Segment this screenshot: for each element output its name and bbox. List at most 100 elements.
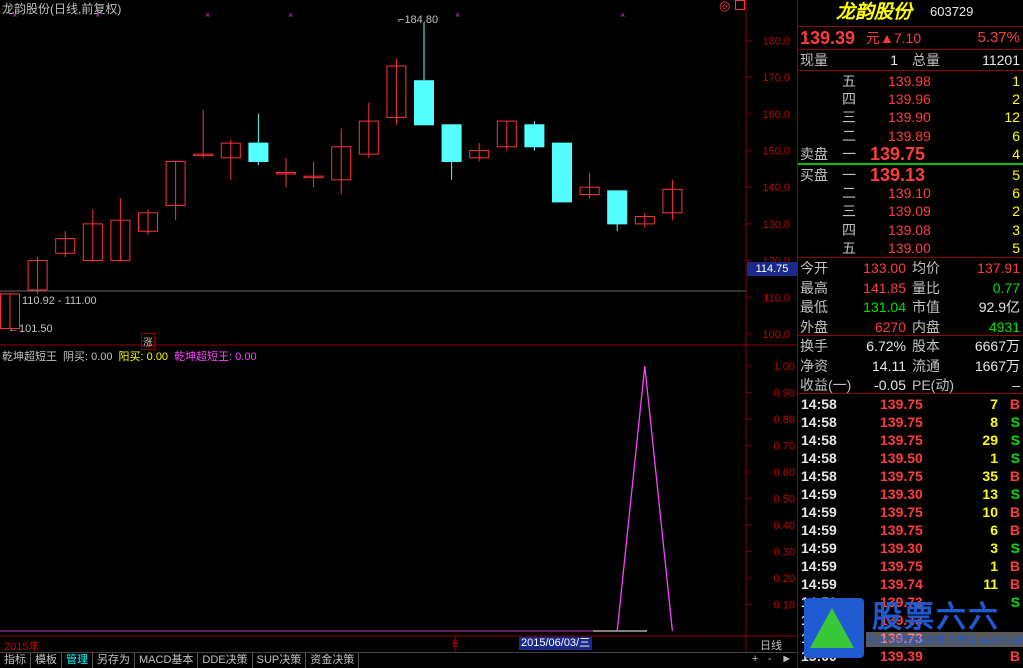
ask-price: 139.98 <box>888 73 931 89</box>
tick-time: 14:59 <box>801 540 837 556</box>
tick-row: 14:58 139.75 7 B <box>798 395 1023 413</box>
watermark-title: 股票六六 <box>872 601 1000 634</box>
tick-row: 14:59 139.75 6 B <box>798 521 1023 539</box>
tick-row: 14:58 139.50 1 S <box>798 449 1023 467</box>
tab-6[interactable]: SUP决策 <box>253 653 307 668</box>
tab-2[interactable]: 管理 <box>62 653 93 668</box>
tick-price: 139.74 <box>880 576 923 592</box>
tick-side: S <box>1010 432 1020 448</box>
legend-item: 阴买: 0.00 <box>63 351 113 363</box>
chart-title: 龙韵股份(日线,前复权) <box>2 2 122 16</box>
bid-volume: 2 <box>1012 203 1020 220</box>
kline-chart[interactable]: 180.0170.0160.0150.0140.0130.0120.0110.0… <box>0 0 797 652</box>
bid-price: 139.09 <box>888 203 931 220</box>
tab-5[interactable]: DDE决策 <box>198 653 253 668</box>
tick-time: 14:59 <box>801 576 837 592</box>
bid-row: 四 139.08 3 <box>798 221 1023 239</box>
ask-level: 五 <box>842 73 856 89</box>
zoom-out-button[interactable]: - <box>768 653 772 668</box>
top-marker: × <box>455 10 460 20</box>
tick-side: B <box>1009 576 1020 592</box>
change-percent: 5.37% <box>977 29 1020 46</box>
tick-time: 14:58 <box>801 432 837 448</box>
bid-row: 三 139.09 2 <box>798 202 1023 220</box>
stat-value: 6270 <box>874 318 906 335</box>
fund-label: PE(动) <box>912 377 954 393</box>
tick-side: S <box>1010 486 1020 502</box>
tick-volume: 3 <box>990 540 998 556</box>
bid-level: 四 <box>842 221 856 238</box>
tab-3[interactable]: 另存为 <box>93 653 135 668</box>
tick-volume: 1 <box>990 450 998 466</box>
bid-level: 一 <box>842 167 856 183</box>
scroll-right-button[interactable]: ► <box>781 653 792 668</box>
tick-side: S <box>1010 594 1020 610</box>
tick-time: 14:59 <box>801 522 837 538</box>
tick-volume: 29 <box>982 432 998 448</box>
tick-side: B <box>1009 468 1020 484</box>
top-marker: × <box>620 10 625 20</box>
price-tick-label: 140.0 <box>762 182 790 194</box>
indicator-tick-label: 0.80 <box>774 414 795 426</box>
tick-row: 14:58 139.75 29 S <box>798 431 1023 449</box>
fund-value: 6.72% <box>866 338 906 354</box>
stat-label: 今开 <box>800 260 828 276</box>
price-tick-label: 150.0 <box>762 145 790 157</box>
watermark-logo <box>804 598 864 658</box>
quote-panel: 龙韵股份 603729 139.39 元▲7.10 5.37% 现量 1 总量 … <box>797 0 1023 668</box>
tick-side: B <box>1009 504 1020 520</box>
stat-label: 最高 <box>800 279 828 296</box>
stat-label: 外盘 <box>800 318 828 335</box>
zoom-in-button[interactable]: + <box>752 653 758 668</box>
tick-time: 14:58 <box>801 450 837 466</box>
stats-row: 最低 131.04 市值 92.9亿 <box>798 298 1023 316</box>
tick-time: 14:59 <box>801 486 837 502</box>
stat-value: 131.04 <box>863 299 906 315</box>
settings-circle-icon[interactable]: ◎ <box>719 0 730 14</box>
tick-row: 14:59 139.75 10 B <box>798 503 1023 521</box>
stat-label: 内盘 <box>912 318 940 335</box>
tab-7[interactable]: 资金决策 <box>306 653 360 668</box>
bid-price: 139.13 <box>870 165 926 185</box>
tick-side: B <box>1009 648 1020 664</box>
tick-volume: 13 <box>982 486 998 502</box>
bid-row: 五 139.00 5 <box>798 239 1023 257</box>
price-row: 139.39 元▲7.10 5.37% <box>798 27 1023 49</box>
period-label[interactable]: 日线 <box>760 637 782 653</box>
tick-side: B <box>1009 396 1020 412</box>
ask-row: 二 139.89 6 <box>798 127 1023 145</box>
ask-volume: 1 <box>1012 73 1020 89</box>
tab-1[interactable]: 模板 <box>31 653 62 668</box>
ask-level: 四 <box>842 91 856 108</box>
current-price-marker: 114.75 <box>747 262 797 276</box>
candle-body <box>552 142 572 203</box>
window-box-icon[interactable] <box>735 0 745 10</box>
bid-volume: 5 <box>1012 239 1020 256</box>
tab-4[interactable]: MACD基本 <box>135 653 199 668</box>
month-label: 6 <box>452 638 459 650</box>
bid-level: 二 <box>842 185 856 202</box>
tick-price: 139.75 <box>880 396 923 412</box>
tick-price: 139.75 <box>880 558 923 574</box>
ask-title: 卖盘 <box>800 145 828 162</box>
low-price-label: ←101.50 <box>8 323 53 335</box>
tick-volume: 11 <box>983 576 998 592</box>
stats-row: 最高 141.85 量比 0.77 <box>798 279 1023 297</box>
tab-0[interactable]: 指标 <box>0 653 31 668</box>
price-tick-label: 130.0 <box>762 219 790 231</box>
price-tick-label: 180.0 <box>762 35 790 47</box>
tick-side: S <box>1010 414 1020 430</box>
ask-volume: 4 <box>1012 145 1020 162</box>
price-tick-label: 170.0 <box>762 72 790 84</box>
ask-price: 139.75 <box>870 143 926 164</box>
tick-row: 14:59 139.30 13 S <box>798 485 1023 503</box>
fund-value: -0.05 <box>874 377 906 393</box>
tick-volume: 6 <box>990 522 998 538</box>
fund-row: 换手 6.72% 股本 6667万 <box>798 337 1023 355</box>
bid-price: 139.00 <box>888 239 931 256</box>
tick-volume: 35 <box>982 468 998 484</box>
top-marker: × <box>288 10 293 20</box>
tick-price: 139.75 <box>880 414 923 430</box>
tick-volume: 7 <box>990 396 998 412</box>
stat-value: 141.85 <box>863 279 906 296</box>
